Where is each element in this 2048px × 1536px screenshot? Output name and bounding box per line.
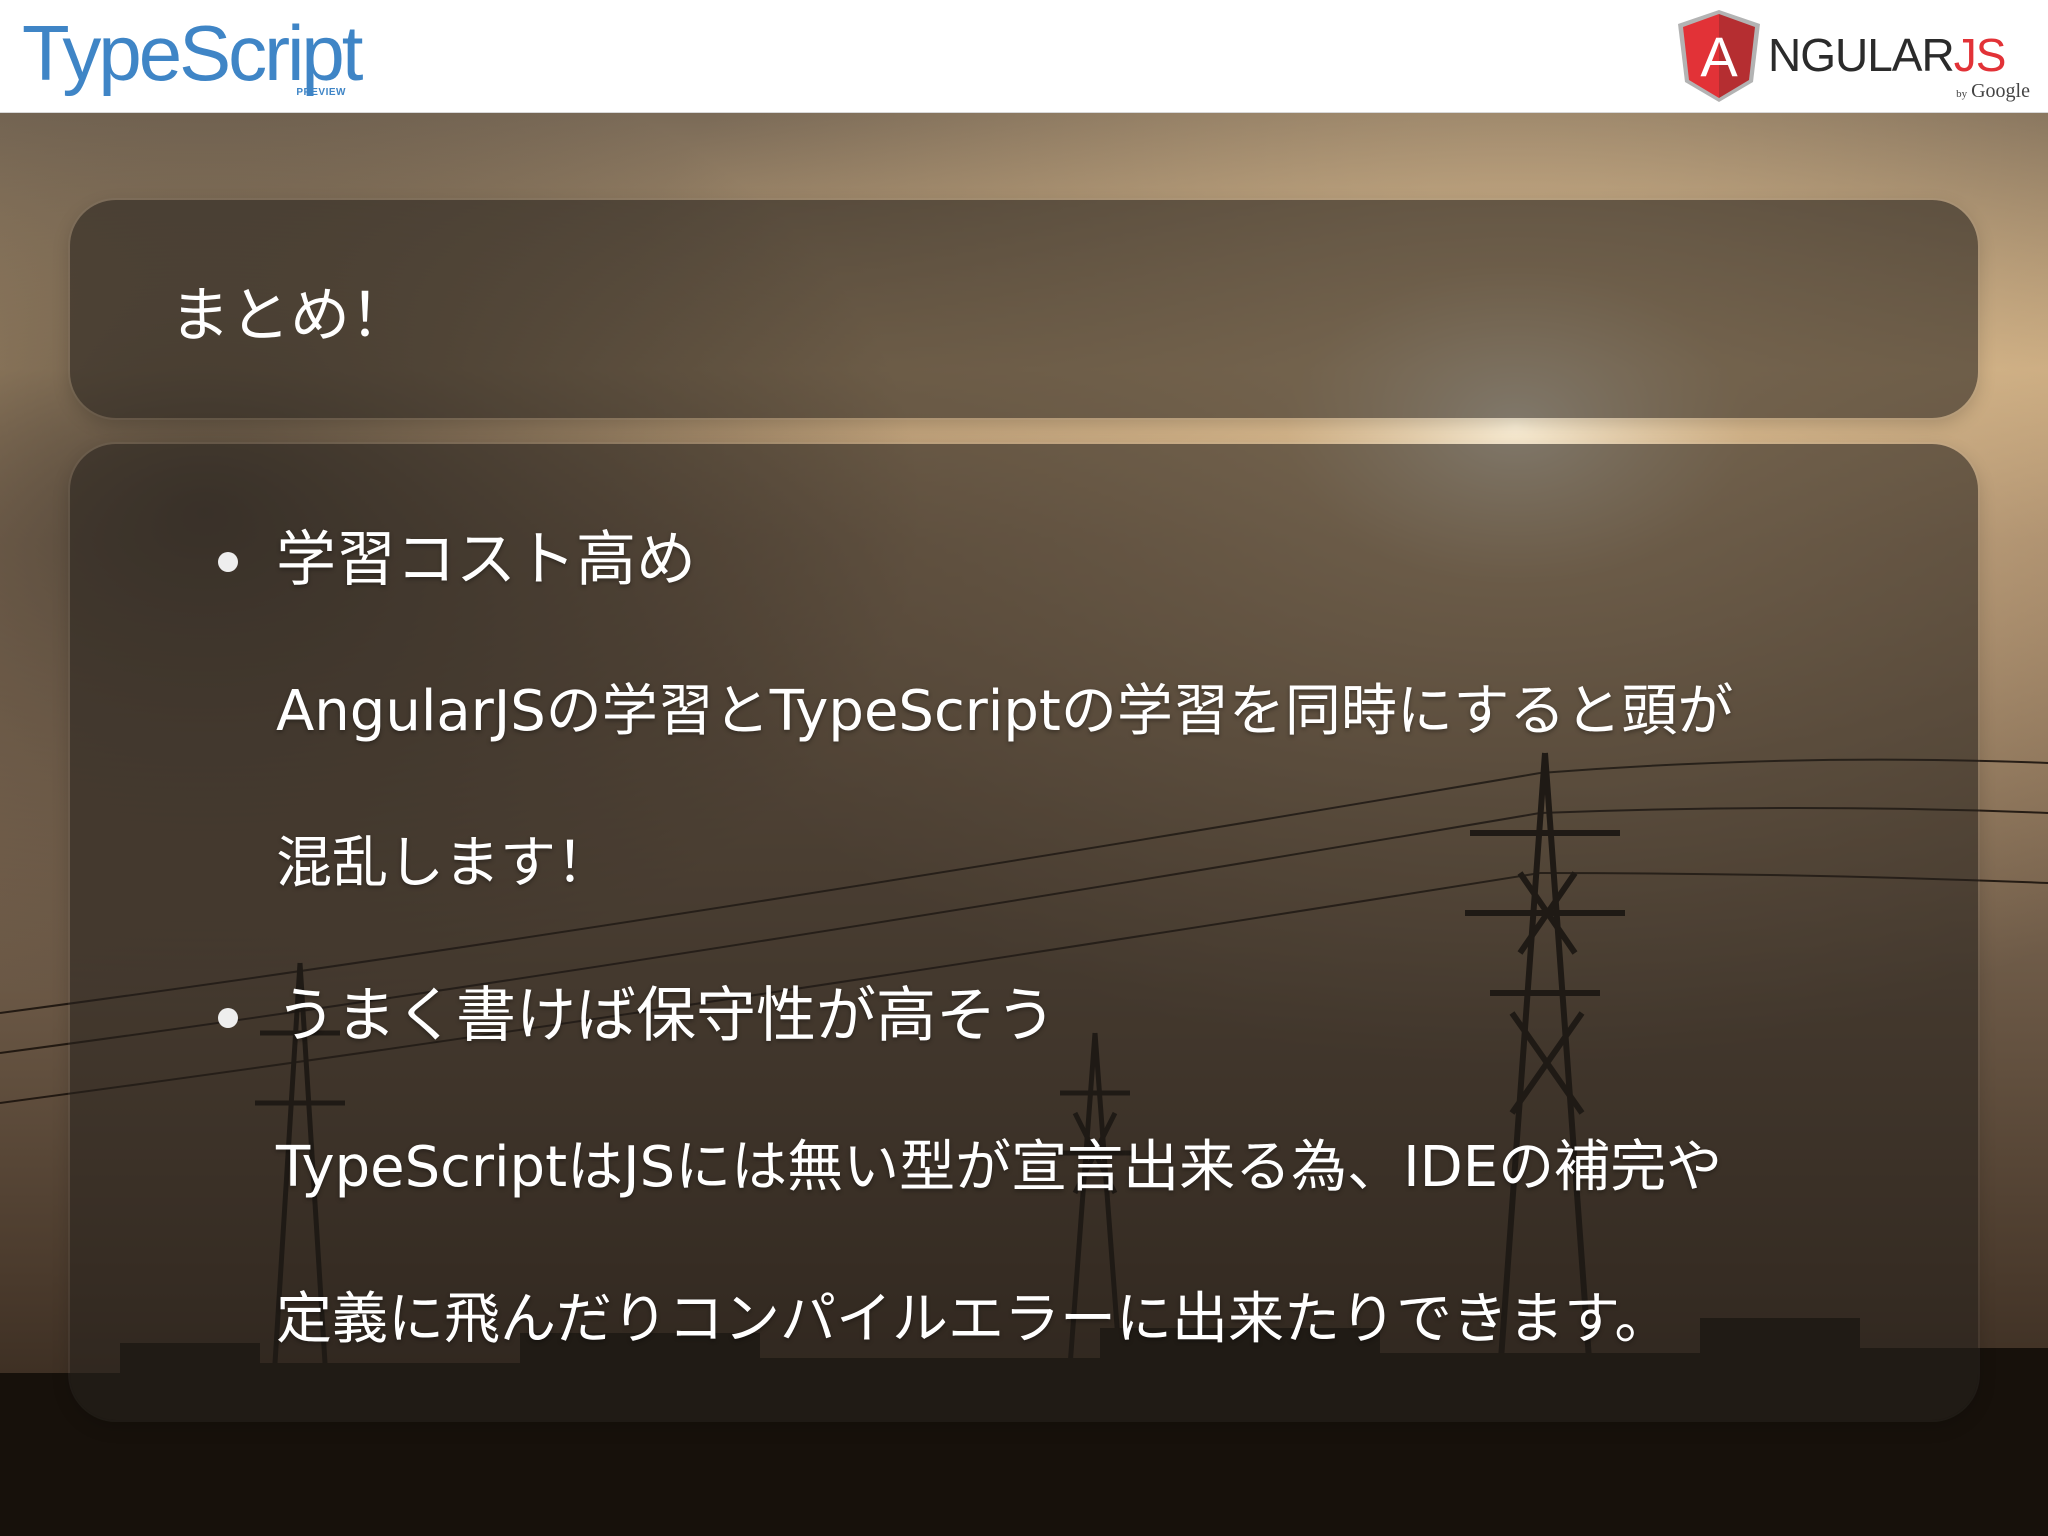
angularjs-logo: A NGULARJS by Google	[1676, 8, 2032, 108]
bullet-detail-line: TypeScriptはJSには無い型が宣言出来る為、IDEの補完や	[276, 1135, 1723, 1200]
bullet-dot-icon	[218, 552, 238, 572]
bullet-text: うまく書けば保守性が高そう	[276, 981, 1056, 1051]
angular-shield-letter: A	[1700, 25, 1738, 88]
title-panel: まとめ！	[70, 200, 1978, 418]
bullet-detail-line: 混乱します！	[276, 831, 612, 896]
angular-shield-icon: A	[1678, 10, 1760, 102]
header-bar: TypeScript PREVIEW A NGULARJS by Google	[0, 0, 2048, 113]
angularjs-logo-word: NGULARJS	[1768, 29, 2006, 81]
typescript-logo: TypeScript PREVIEW	[22, 8, 363, 100]
bullet-text: 学習コスト高め	[276, 525, 696, 595]
bullet-detail-line: AngularJSの学習とTypeScriptの学習を同時にすると頭が	[276, 679, 1734, 744]
typescript-logo-preview-tag: PREVIEW	[296, 87, 346, 98]
typescript-logo-word: TypeScript	[22, 9, 363, 97]
bullet-dot-icon	[218, 1008, 238, 1028]
bullet-detail-line: 定義に飛んだりコンパイルエラーに出来たりできます。	[276, 1287, 1671, 1352]
slide-title: まとめ！	[170, 281, 410, 351]
content-panel: 学習コスト高め AngularJSの学習とTypeScriptの学習を同時にする…	[70, 444, 1978, 1420]
angularjs-logo-byline: by Google	[1956, 80, 2030, 102]
